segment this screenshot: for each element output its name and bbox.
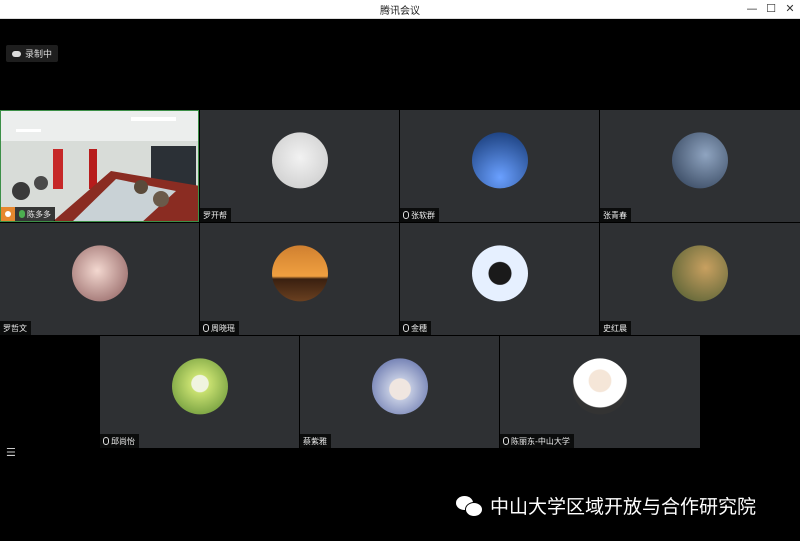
participant-name: 金穗	[411, 323, 427, 333]
watermark: 中山大学区域开放与合作研究院	[456, 492, 756, 519]
mic-active-icon	[19, 210, 25, 218]
avatar	[71, 245, 128, 302]
avatar	[371, 358, 428, 415]
video-tile-1[interactable]: 罗开帮	[200, 110, 399, 222]
title-bar: 腾讯会议 — ☐ ✕	[0, 0, 800, 19]
participant-name: 罗开帮	[203, 210, 227, 220]
recording-label: 录制中	[25, 50, 53, 60]
avatar	[271, 245, 328, 302]
close-button[interactable]: ✕	[779, 0, 800, 18]
participant-nametag: 张软群	[400, 208, 439, 222]
avatar	[471, 132, 528, 189]
participant-nametag: 张青春	[600, 208, 631, 222]
participant-name: 邱尚怡	[111, 436, 135, 446]
video-tile-8[interactable]: 邱尚怡	[100, 336, 299, 448]
video-tile-10[interactable]: 陈丽东-中山大学	[500, 336, 700, 448]
mic-muted-icon	[403, 211, 409, 219]
participant-name: 陈多多	[27, 209, 51, 219]
cloud-icon	[12, 50, 21, 57]
video-tile-0[interactable]: 陈多多	[0, 110, 199, 222]
participant-name: 张软群	[411, 210, 435, 220]
mic-muted-icon	[503, 437, 509, 445]
participant-name: 罗哲文	[3, 323, 27, 333]
video-tile-6[interactable]: 金穗	[400, 223, 599, 335]
video-tile-4[interactable]: 罗哲文	[0, 223, 199, 335]
avatar	[672, 132, 728, 189]
avatar	[572, 358, 628, 415]
video-tile-5[interactable]: 周晓瑶	[200, 223, 399, 335]
window-title: 腾讯会议	[380, 6, 420, 17]
participant-name: 蔡紫雅	[303, 436, 327, 446]
participant-nametag: 蔡紫雅	[300, 434, 331, 448]
avatar	[471, 245, 528, 302]
participant-name: 张青春	[603, 210, 627, 220]
participant-nametag: 史红晨	[600, 321, 631, 335]
wechat-icon	[456, 495, 483, 517]
avatar	[271, 132, 328, 189]
watermark-text: 中山大学区域开放与合作研究院	[490, 496, 757, 518]
participant-nametag: 邱尚怡	[100, 434, 139, 448]
participant-name: 陈丽东-中山大学	[511, 436, 570, 446]
video-tile-9[interactable]: 蔡紫雅	[300, 336, 499, 448]
participant-nametag: 周晓瑶	[200, 321, 239, 335]
participant-nametag: 陈多多	[1, 207, 55, 221]
participant-nametag: 金穗	[400, 321, 431, 335]
participant-nametag: 罗开帮	[200, 208, 231, 222]
mic-muted-icon	[403, 324, 409, 332]
avatar	[672, 245, 728, 302]
camera-video-feed	[1, 111, 198, 221]
participant-name: 周晓瑶	[211, 323, 235, 333]
participant-nametag: 陈丽东-中山大学	[500, 434, 574, 448]
participant-name: 史红晨	[603, 323, 627, 333]
mic-muted-icon	[203, 324, 209, 332]
participant-nametag: 罗哲文	[0, 321, 31, 335]
host-icon	[1, 207, 15, 221]
mic-muted-icon	[103, 437, 109, 445]
video-tile-7[interactable]: 史红晨	[600, 223, 800, 335]
recording-indicator[interactable]: 录制中	[6, 45, 59, 62]
video-tile-3[interactable]: 张青春	[600, 110, 800, 222]
participant-list-icon[interactable]: ☰	[6, 446, 16, 459]
avatar	[171, 358, 228, 415]
video-tile-2[interactable]: 张软群	[400, 110, 599, 222]
